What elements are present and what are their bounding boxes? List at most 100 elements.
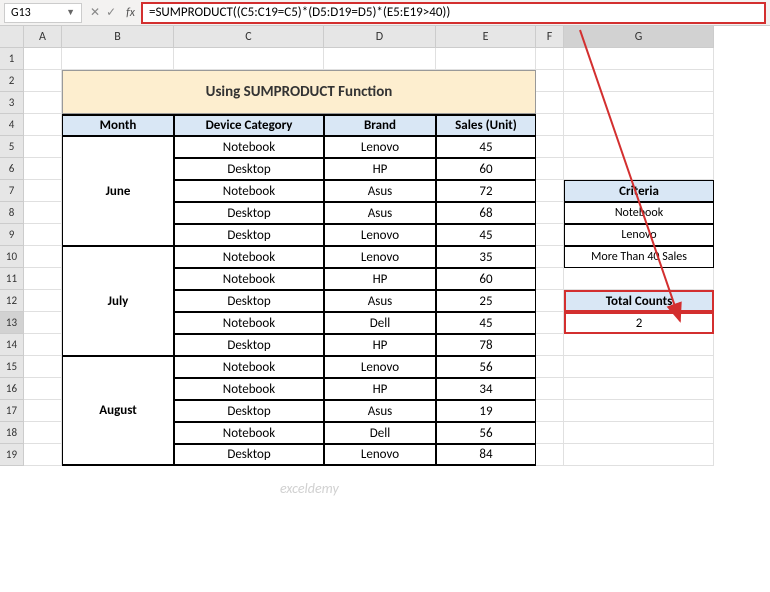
empty-cell[interactable] (24, 334, 62, 356)
empty-cell[interactable] (564, 356, 714, 378)
empty-cell[interactable] (62, 48, 174, 70)
col-header[interactable]: A (24, 26, 62, 48)
row-header[interactable]: 2 (0, 70, 24, 92)
table-cell: Desktop (174, 334, 324, 356)
empty-cell[interactable] (24, 224, 62, 246)
row-header[interactable]: 6 (0, 158, 24, 180)
table-header: Device Category (174, 114, 324, 136)
empty-cell[interactable] (24, 136, 62, 158)
empty-cell[interactable] (24, 356, 62, 378)
empty-cell[interactable] (536, 290, 564, 312)
row-header[interactable]: 15 (0, 356, 24, 378)
cancel-icon[interactable]: ✕ (90, 5, 100, 20)
empty-cell[interactable] (536, 334, 564, 356)
empty-cell[interactable] (536, 246, 564, 268)
row-header[interactable]: 4 (0, 114, 24, 136)
select-all-corner[interactable] (0, 26, 24, 48)
empty-cell[interactable] (536, 444, 564, 466)
empty-cell[interactable] (536, 158, 564, 180)
empty-cell[interactable] (24, 246, 62, 268)
empty-cell[interactable] (564, 400, 714, 422)
empty-cell[interactable] (536, 70, 564, 92)
table-cell: 60 (436, 268, 536, 290)
row-header[interactable]: 3 (0, 92, 24, 114)
fx-label[interactable]: fx (124, 6, 137, 20)
table-header: Sales (Unit) (436, 114, 536, 136)
empty-cell[interactable] (564, 158, 714, 180)
empty-cell[interactable] (536, 400, 564, 422)
row-header[interactable]: 7 (0, 180, 24, 202)
empty-cell[interactable] (564, 444, 714, 466)
empty-cell[interactable] (24, 312, 62, 334)
row-header[interactable]: 17 (0, 400, 24, 422)
empty-cell[interactable] (564, 422, 714, 444)
empty-cell[interactable] (536, 356, 564, 378)
col-header[interactable]: B (62, 26, 174, 48)
empty-cell[interactable] (24, 290, 62, 312)
table-cell: Notebook (174, 378, 324, 400)
empty-cell[interactable] (436, 48, 536, 70)
table-cell: Notebook (174, 312, 324, 334)
formula-input[interactable]: =SUMPRODUCT((C5:C19=C5)*(D5:D19=D5)*(E5:… (141, 2, 766, 24)
empty-cell[interactable] (536, 114, 564, 136)
row-header[interactable]: 1 (0, 48, 24, 70)
empty-cell[interactable] (24, 444, 62, 466)
empty-cell[interactable] (564, 378, 714, 400)
empty-cell[interactable] (564, 334, 714, 356)
empty-cell[interactable] (24, 202, 62, 224)
col-header[interactable]: C (174, 26, 324, 48)
row-header[interactable]: 5 (0, 136, 24, 158)
row-header[interactable]: 10 (0, 246, 24, 268)
empty-cell[interactable] (536, 268, 564, 290)
empty-cell[interactable] (24, 48, 62, 70)
empty-cell[interactable] (174, 48, 324, 70)
col-header[interactable]: D (324, 26, 436, 48)
col-header[interactable]: E (436, 26, 536, 48)
empty-cell[interactable] (564, 70, 714, 92)
empty-cell[interactable] (24, 158, 62, 180)
empty-cell[interactable] (24, 92, 62, 114)
empty-cell[interactable] (24, 114, 62, 136)
empty-cell[interactable] (536, 312, 564, 334)
row-header[interactable]: 13 (0, 312, 24, 334)
empty-cell[interactable] (564, 92, 714, 114)
col-header[interactable]: F (536, 26, 564, 48)
empty-cell[interactable] (564, 114, 714, 136)
row-header[interactable]: 8 (0, 202, 24, 224)
row-header[interactable]: 11 (0, 268, 24, 290)
name-box[interactable]: G13 ▼ (4, 3, 82, 23)
row-header[interactable]: 16 (0, 378, 24, 400)
empty-cell[interactable] (24, 180, 62, 202)
empty-cell[interactable] (536, 92, 564, 114)
row-header[interactable]: 19 (0, 444, 24, 466)
empty-cell[interactable] (536, 202, 564, 224)
empty-cell[interactable] (536, 378, 564, 400)
table-cell: Dell (324, 312, 436, 334)
empty-cell[interactable] (24, 268, 62, 290)
empty-cell[interactable] (536, 48, 564, 70)
empty-cell[interactable] (536, 224, 564, 246)
empty-cell[interactable] (24, 378, 62, 400)
empty-cell[interactable] (564, 268, 714, 290)
spreadsheet-grid[interactable]: A B C D E F G 1 2 Using SUMPRODUCT Funct… (0, 26, 770, 466)
empty-cell[interactable] (536, 136, 564, 158)
formula-icons: ✕ ✓ (86, 5, 120, 20)
table-cell: Notebook (174, 268, 324, 290)
row-header[interactable]: 12 (0, 290, 24, 312)
chevron-down-icon[interactable]: ▼ (66, 7, 75, 18)
empty-cell[interactable] (324, 48, 436, 70)
empty-cell[interactable] (24, 400, 62, 422)
row-header[interactable]: 14 (0, 334, 24, 356)
table-cell: 45 (436, 136, 536, 158)
empty-cell[interactable] (24, 422, 62, 444)
row-header[interactable]: 18 (0, 422, 24, 444)
enter-icon[interactable]: ✓ (106, 5, 116, 20)
empty-cell[interactable] (564, 48, 714, 70)
empty-cell[interactable] (536, 422, 564, 444)
empty-cell[interactable] (24, 70, 62, 92)
row-header[interactable]: 9 (0, 224, 24, 246)
col-header[interactable]: G (564, 26, 714, 48)
empty-cell[interactable] (536, 180, 564, 202)
total-counts-value[interactable]: 2 (564, 312, 714, 334)
empty-cell[interactable] (564, 136, 714, 158)
